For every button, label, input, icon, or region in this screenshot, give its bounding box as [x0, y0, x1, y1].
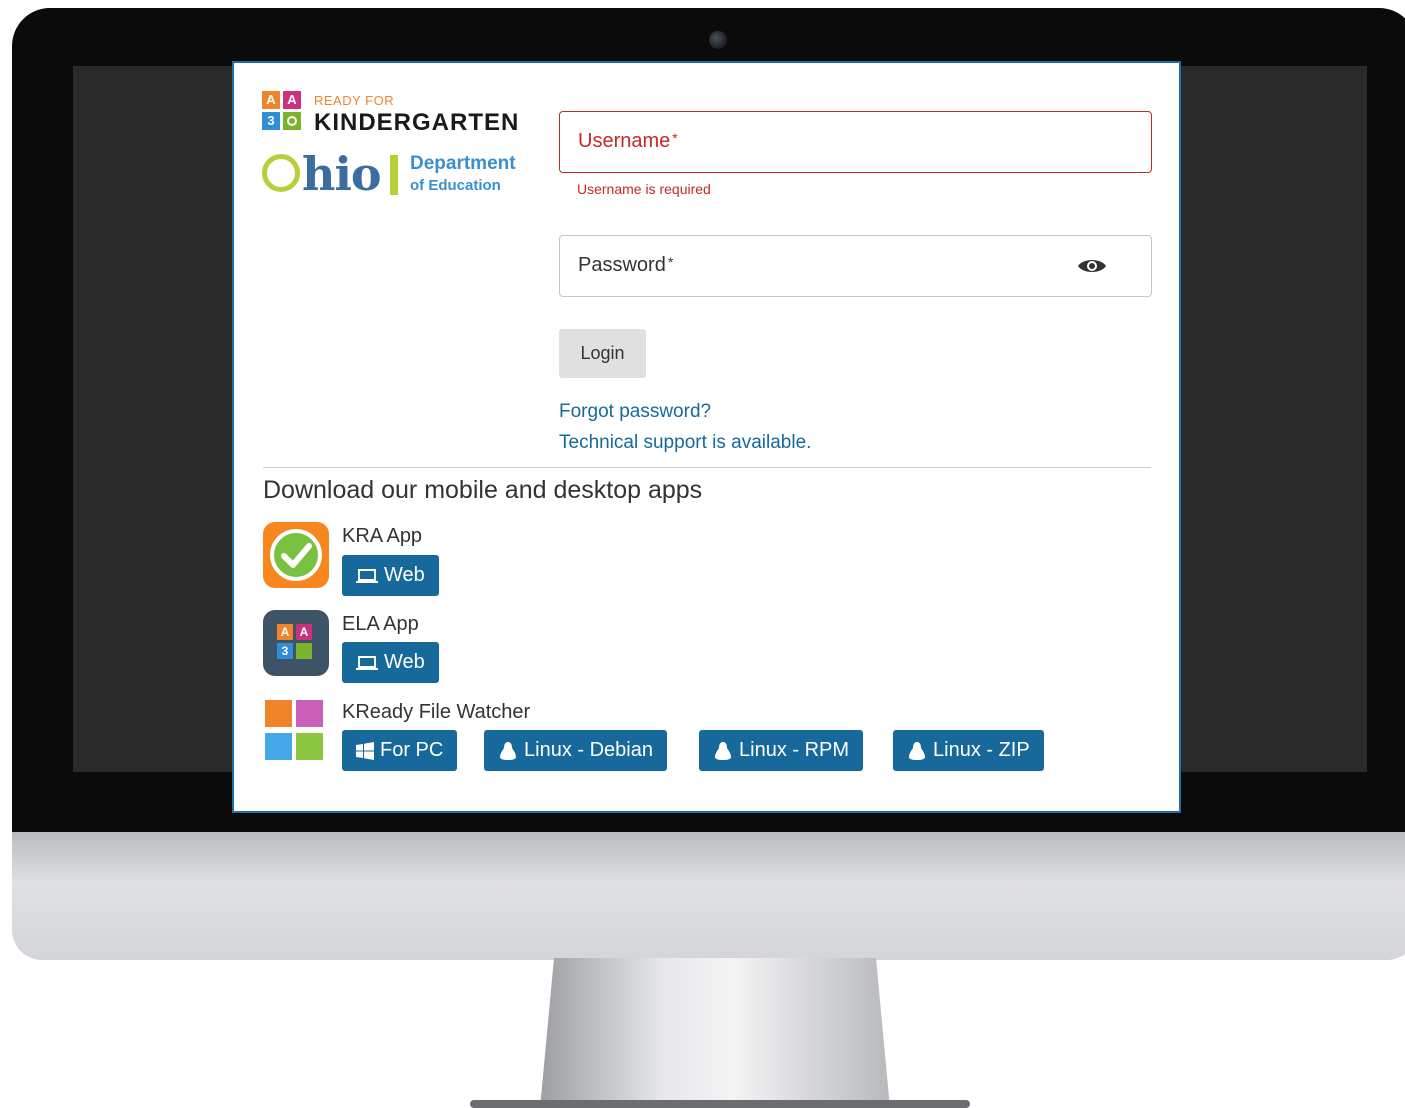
- password-label: Password *: [578, 254, 674, 276]
- eye-icon[interactable]: [1077, 256, 1107, 276]
- linux-debian-button[interactable]: Linux - Debian: [484, 730, 667, 771]
- of-education-text: of Education: [410, 177, 501, 194]
- block-a-pink: A: [283, 91, 301, 109]
- password-field[interactable]: Password *: [559, 235, 1152, 297]
- login-card: A A 3 READY FOR KINDERGARTEN hio Departm…: [232, 61, 1181, 813]
- file-watcher-icon: [263, 700, 329, 766]
- ohio-logo: hio: [262, 147, 382, 201]
- linux-icon: [909, 741, 925, 760]
- kindergarten-text: KINDERGARTEN: [314, 109, 520, 136]
- monitor-chin: [12, 832, 1405, 960]
- section-divider: [263, 467, 1151, 468]
- file-watcher-name: KReady File Watcher: [342, 701, 531, 723]
- block-3-blue: 3: [262, 112, 280, 130]
- username-label: Username *: [578, 130, 678, 152]
- kra-app-name: KRA App: [342, 525, 423, 547]
- laptop-icon: [356, 568, 378, 583]
- login-button[interactable]: Login: [559, 329, 646, 378]
- laptop-icon: [356, 655, 378, 670]
- ohio-o-circle: [262, 154, 300, 192]
- ohio-text: hio: [302, 147, 382, 201]
- downloads-title: Download our mobile and desktop apps: [263, 476, 703, 504]
- linux-rpm-button[interactable]: Linux - RPM: [699, 730, 864, 771]
- department-of-education: Department of Education: [410, 153, 516, 197]
- linux-icon: [500, 741, 516, 760]
- stand-base: [470, 1100, 970, 1108]
- for-pc-button[interactable]: For PC: [342, 730, 458, 771]
- camera-icon: [709, 31, 727, 49]
- ela-app-icon: A A 3: [263, 610, 329, 676]
- department-text: Department: [410, 153, 516, 174]
- monitor-frame: A A 3 READY FOR KINDERGARTEN hio Departm…: [0, 0, 1405, 1108]
- linux-icon: [715, 741, 731, 760]
- block-circle-green: [283, 112, 301, 130]
- username-field[interactable]: Username *: [559, 111, 1152, 173]
- kra-web-button[interactable]: Web: [342, 555, 439, 596]
- windows-icon: [356, 741, 374, 760]
- logo-area: A A 3 READY FOR KINDERGARTEN hio Departm…: [262, 91, 532, 211]
- block-a-orange: A: [262, 91, 280, 109]
- ela-app-name: ELA App: [342, 613, 419, 635]
- forgot-password-link[interactable]: Forgot password?: [559, 401, 711, 423]
- kra-app-icon: [263, 522, 329, 588]
- username-error: Username is required: [577, 181, 711, 197]
- ohio-divider-bar: [390, 155, 398, 195]
- technical-support-link[interactable]: Technical support is available.: [559, 432, 811, 454]
- ready-blocks-logo: A A 3: [262, 91, 304, 131]
- linux-zip-button[interactable]: Linux - ZIP: [893, 730, 1044, 771]
- monitor-stand: [540, 958, 890, 1108]
- ready-for-text: READY FOR: [314, 93, 395, 108]
- ela-web-button[interactable]: Web: [342, 642, 439, 683]
